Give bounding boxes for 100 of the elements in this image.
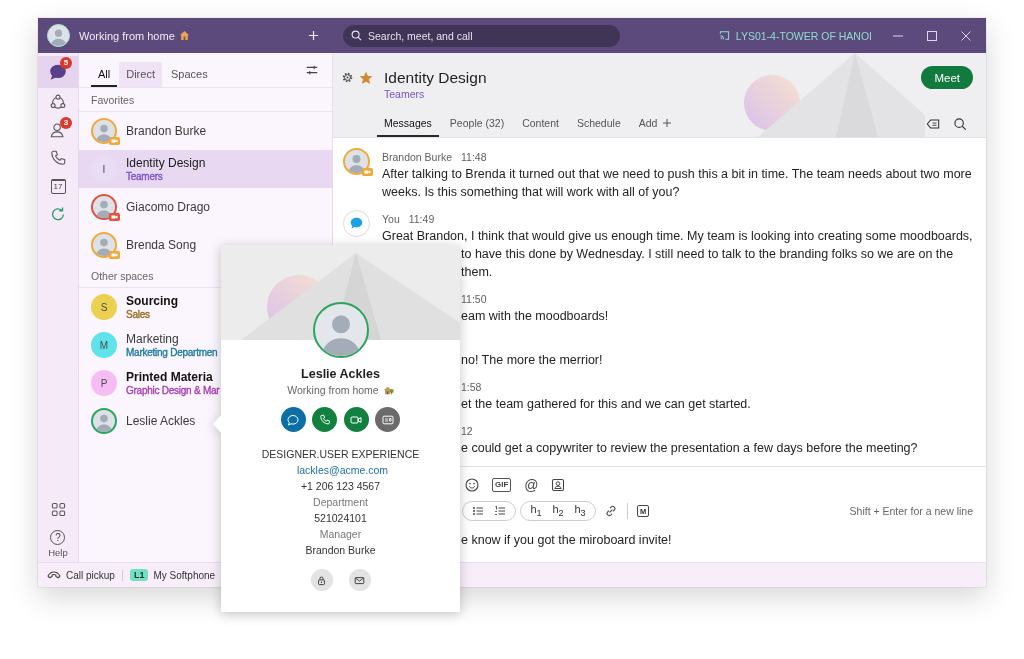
section-label: Other spaces	[91, 269, 154, 282]
detail-text: +1 206 123 4567	[300, 479, 381, 494]
meet-button[interactable]: Meet	[921, 66, 973, 89]
space-avatar: M	[91, 332, 117, 358]
view-tab[interactable]: Schedule	[569, 110, 628, 137]
message-time: 1:58	[461, 380, 482, 393]
search-icon[interactable]	[953, 116, 967, 131]
count-badge: 5	[60, 57, 72, 69]
plus-icon	[663, 118, 672, 127]
message-time: 12	[461, 424, 473, 437]
calendar-icon: 17	[50, 178, 66, 194]
message-text: eam with the moodboards!	[461, 308, 609, 325]
contact-name: Giacomo Drago	[126, 199, 211, 215]
space-name: Identity Design	[126, 155, 206, 171]
detail-text: 521024101	[314, 511, 367, 526]
heading-button[interactable]: h$_{2}$	[547, 501, 569, 521]
emoji-icon[interactable]	[465, 478, 479, 492]
apps-icon[interactable]	[50, 502, 66, 517]
mention-button[interactable]: @	[524, 478, 539, 492]
person-icon	[49, 121, 67, 139]
maximize-icon[interactable]	[927, 30, 937, 41]
view-tab[interactable]: Content	[515, 110, 566, 137]
line-selector[interactable]: L1 My Softphone	[129, 569, 216, 581]
plus-icon[interactable]	[308, 30, 319, 41]
message-time: 11:50	[461, 292, 487, 305]
conversation-item[interactable]: Brandon Burke	[79, 112, 209, 150]
chat-bubble-icon	[287, 413, 300, 426]
user-avatar[interactable]	[47, 24, 70, 47]
space-title: Identity Design	[384, 68, 487, 87]
contact-name: Brandon Burke	[126, 123, 207, 139]
settings-icon[interactable]	[342, 72, 353, 83]
space-avatar: S	[91, 294, 117, 320]
message-text: no! The more the merrior!	[461, 352, 603, 369]
card-pointer	[213, 415, 221, 433]
conversation-item[interactable]: Brenda Song	[79, 226, 199, 264]
conversation-item[interactable]: I Identity Design Teamers	[79, 150, 332, 188]
detail-label: Manager	[319, 527, 362, 542]
message-text: Great Brandon, I think that would give us enough time. My team is looking into creating some moodboards,	[382, 228, 974, 245]
chat-bubble-icon	[343, 210, 370, 237]
heading-button[interactable]: h$_{3}$	[569, 501, 591, 521]
conversation-item[interactable]: Giacomo Drago	[79, 188, 213, 226]
team-name: Teamers	[126, 170, 163, 183]
chat-nav-button[interactable]: 5	[38, 56, 78, 88]
team-name: Sales	[126, 308, 150, 321]
contact-name: Leslie Ackles	[126, 413, 196, 429]
filter-tab[interactable]: Spaces	[163, 62, 215, 87]
section-label: Favorites	[91, 93, 135, 106]
house-icon	[382, 384, 394, 396]
team-name[interactable]: Teamers	[384, 87, 425, 101]
filter-tab[interactable]: Direct	[119, 62, 162, 87]
chat-icon	[49, 63, 67, 81]
search-field[interactable]: Search, meet, and call	[343, 24, 620, 47]
message-time: 11:49	[408, 212, 435, 225]
location-text: LYS01-4-TOWER OF HANOI	[735, 29, 872, 42]
contact-card-icon[interactable]	[551, 478, 566, 492]
lock-icon	[316, 574, 327, 586]
sender-name: Brandon Burke	[382, 150, 453, 163]
space-name: Sourcing	[126, 293, 178, 309]
people-circle-icon	[49, 93, 67, 111]
conversation-item[interactable]: Leslie Ackles	[79, 402, 198, 440]
call-pickup-button[interactable]: Call pickup	[47, 569, 115, 581]
space-avatar: P	[91, 370, 117, 396]
view-tab[interactable]: People (32)	[442, 110, 512, 137]
detail-text: DESIGNER.USER EXPERIENCE	[261, 447, 420, 462]
conversation-item[interactable]: S Sourcing Sales	[79, 288, 180, 326]
filter-tab[interactable]: All	[91, 62, 118, 87]
tag-icon[interactable]	[926, 116, 940, 131]
message-text: et the team gathered for this and we can get started.	[461, 396, 751, 413]
help-button[interactable]: ? Help	[48, 530, 68, 558]
phone-icon	[318, 413, 331, 426]
conversation-item[interactable]: P Printed Materia Graphic Design & Mar	[79, 364, 222, 402]
detail-label: Department	[313, 495, 368, 510]
view-tab[interactable]: Messages	[377, 110, 439, 137]
contacts-nav-button[interactable]: 3	[38, 116, 78, 144]
bulleted-list-icon[interactable]	[472, 505, 484, 517]
message-time: 11:48	[461, 150, 487, 163]
detail-text: Brandon Burke	[305, 543, 376, 558]
phone-icon	[49, 149, 67, 167]
hint-text: Shift + Enter for a new line	[849, 505, 973, 517]
conversation-item[interactable]: M Marketing Marketing Departmen	[79, 326, 220, 364]
numbered-list-icon[interactable]	[494, 505, 506, 517]
add-tab-button[interactable]: Add	[631, 110, 679, 137]
message-input[interactable]: e know if you got the miroboard invite!	[461, 529, 672, 551]
filter-icon[interactable]	[305, 63, 319, 77]
message-text: to have this done by Wednesday. I still need to talk to the branding folks so we are on the	[461, 246, 954, 263]
profile-name: Leslie Ackles	[301, 366, 380, 382]
calendar-nav-button[interactable]: 17	[38, 172, 78, 200]
cast-icon	[718, 30, 730, 41]
sender-name: You	[382, 212, 400, 225]
star-icon[interactable]	[360, 71, 372, 84]
link-icon[interactable]	[604, 504, 618, 518]
heading-button[interactable]: h$_{1}$	[525, 501, 547, 521]
space-avatar: I	[91, 156, 117, 182]
video-camera-icon	[350, 413, 363, 426]
contact-name: Brenda Song	[126, 237, 197, 253]
gif-button[interactable]: GIF	[492, 478, 512, 492]
email-link[interactable]: lackles@acme.com	[296, 462, 389, 478]
status-text[interactable]: Working from home	[79, 29, 175, 42]
close-icon[interactable]	[961, 30, 971, 41]
line-badge: L1	[129, 569, 149, 581]
